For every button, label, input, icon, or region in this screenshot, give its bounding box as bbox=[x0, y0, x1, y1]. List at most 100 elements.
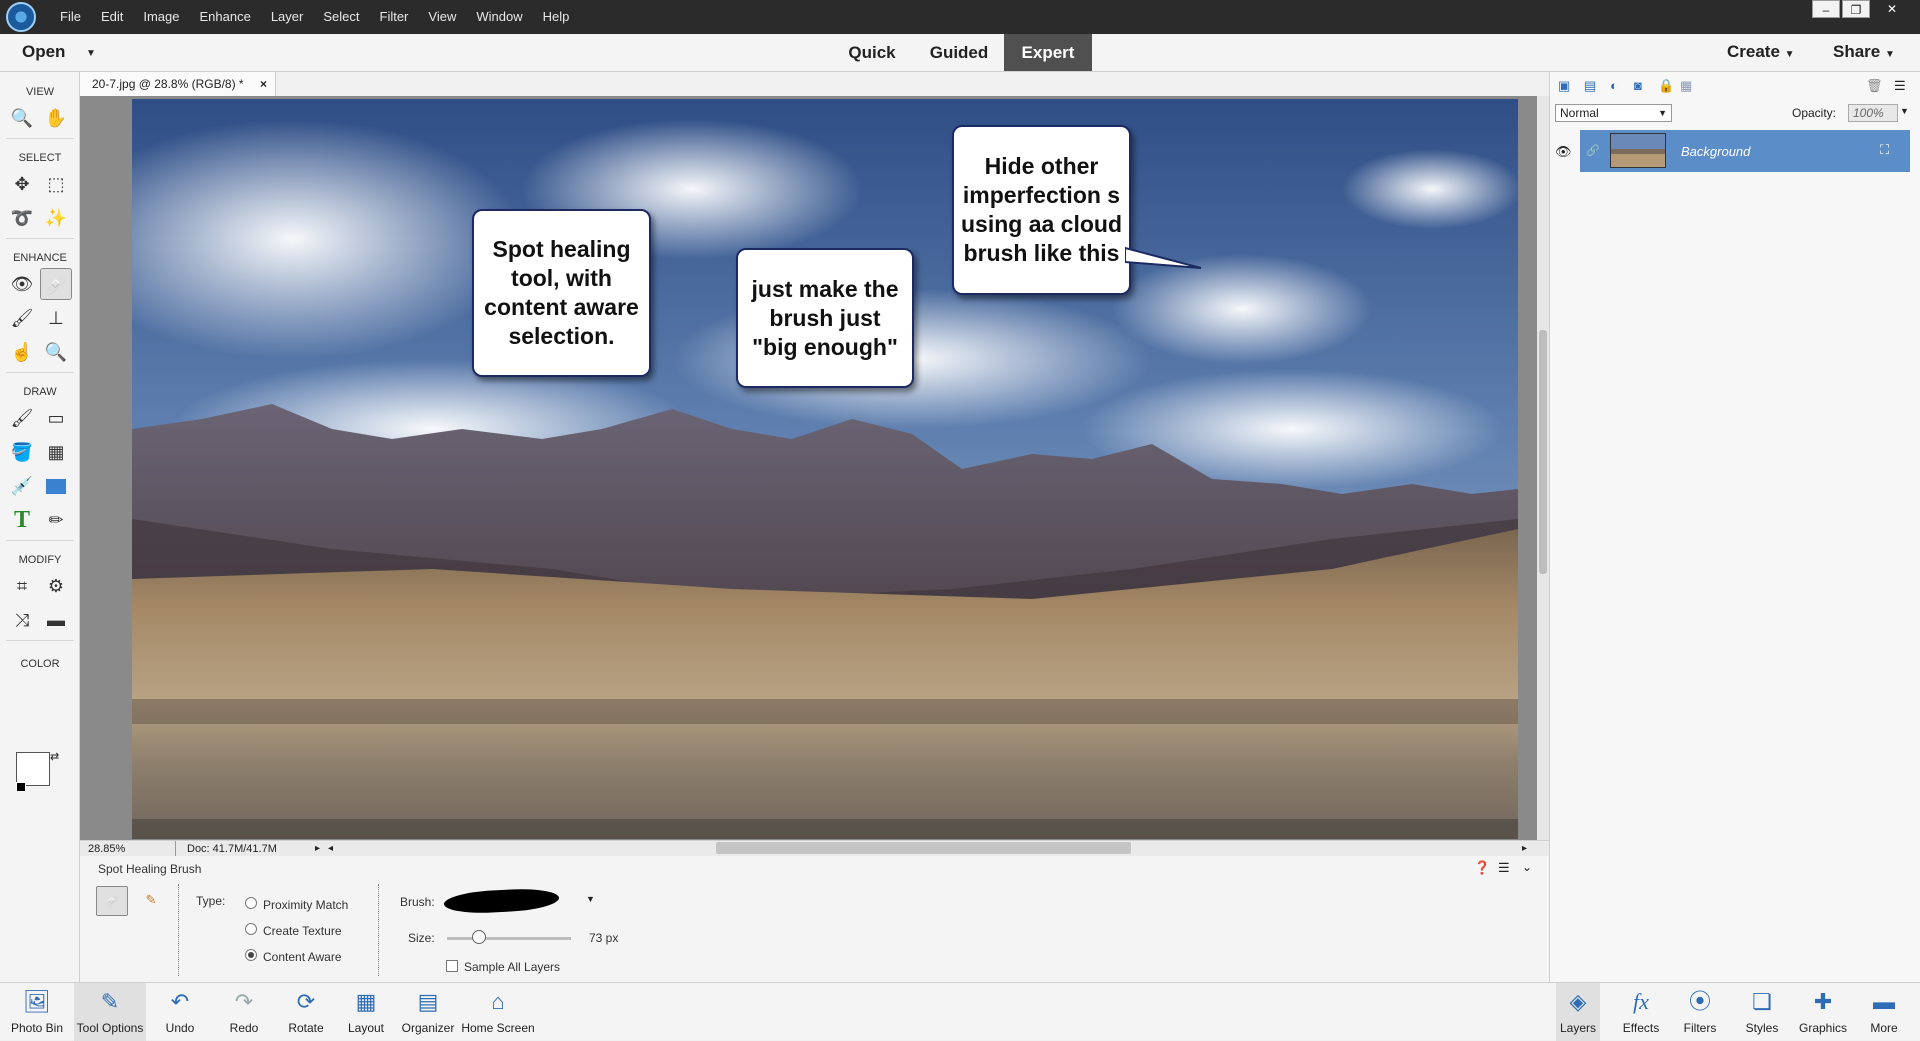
horizontal-scroll-thumb[interactable] bbox=[716, 842, 1131, 854]
zoom-tool-icon[interactable]: 🔍 bbox=[8, 104, 36, 132]
marquee-tool-icon[interactable]: ⬚ bbox=[42, 170, 70, 198]
photo-canvas[interactable] bbox=[132, 99, 1518, 839]
close-document-icon[interactable]: × bbox=[260, 72, 267, 96]
menu-view[interactable]: View bbox=[418, 0, 466, 34]
share-button[interactable]: Share ▼ bbox=[1833, 42, 1895, 62]
styles-button[interactable]: ❏ Styles bbox=[1740, 983, 1784, 1041]
rotate-button[interactable]: ⟳ Rotate bbox=[280, 983, 332, 1041]
move-tool-icon[interactable]: ✥ bbox=[8, 170, 36, 198]
status-menu-icon[interactable]: ▸ bbox=[315, 841, 320, 857]
filters-button[interactable]: ⦿ Filters bbox=[1680, 983, 1720, 1041]
brush-tool-icon[interactable]: 🖌 bbox=[8, 404, 36, 432]
menu-layer[interactable]: Layer bbox=[261, 0, 314, 34]
callout-pointer bbox=[1125, 246, 1202, 269]
swap-colors-icon[interactable]: ⇄ bbox=[50, 750, 59, 763]
organizer-button[interactable]: ▤ Organizer bbox=[400, 983, 456, 1041]
sample-all-layers-checkbox[interactable] bbox=[446, 960, 458, 972]
size-slider-knob[interactable] bbox=[472, 930, 487, 944]
smart-brush-tool-icon[interactable]: 🖌 bbox=[8, 304, 36, 332]
proximity-match-radio[interactable] bbox=[245, 897, 257, 909]
blend-mode-select[interactable]: Normal ▼ bbox=[1555, 104, 1672, 122]
lock-transparency-icon[interactable]: ▦ bbox=[1680, 78, 1692, 94]
menu-window[interactable]: Window bbox=[466, 0, 532, 34]
menu-image[interactable]: Image bbox=[133, 0, 189, 34]
layer-lock-icon[interactable]: ⛶ bbox=[1880, 142, 1889, 158]
tab-expert[interactable]: Expert bbox=[1004, 34, 1092, 71]
tool-options-button[interactable]: ✎ Tool Options bbox=[74, 983, 146, 1041]
open-dropdown-icon[interactable]: ▼ bbox=[86, 48, 96, 59]
paint-bucket-tool-icon[interactable]: 🪣 bbox=[8, 438, 36, 466]
menu-enhance[interactable]: Enhance bbox=[190, 0, 261, 34]
scroll-left-icon[interactable]: ◂ bbox=[328, 841, 333, 857]
gradient-tool-icon[interactable]: ▦ bbox=[42, 438, 70, 466]
layer-mask-icon[interactable]: ◙ bbox=[1634, 78, 1642, 93]
home-screen-button[interactable]: ⌂ Home Screen bbox=[460, 983, 536, 1041]
restore-button[interactable]: ❐ bbox=[1842, 0, 1870, 18]
menu-help[interactable]: Help bbox=[533, 0, 580, 34]
hand-tool-icon[interactable]: ✋ bbox=[42, 104, 70, 132]
graphics-button[interactable]: ✚ Graphics bbox=[1796, 983, 1850, 1041]
type-tool-icon[interactable]: T bbox=[8, 506, 36, 534]
brush-preview[interactable] bbox=[444, 886, 559, 916]
eraser-tool-icon[interactable]: ▭ bbox=[42, 404, 70, 432]
layout-button[interactable]: ▦ Layout bbox=[344, 983, 388, 1041]
pencil-tool-icon[interactable]: ✏ bbox=[42, 506, 70, 534]
lock-icon[interactable]: 🔒 bbox=[1658, 78, 1674, 94]
create-texture-radio[interactable] bbox=[245, 923, 257, 935]
scroll-right-icon[interactable]: ▸ bbox=[1522, 841, 1527, 857]
sponge-tool-icon[interactable]: 🔍 bbox=[42, 338, 70, 366]
new-layer-icon[interactable]: ▣ bbox=[1558, 78, 1570, 94]
shape-tool-icon[interactable] bbox=[42, 472, 70, 500]
lasso-tool-icon[interactable]: ➰ bbox=[8, 204, 36, 232]
tab-quick[interactable]: Quick bbox=[838, 34, 906, 71]
type-label: Type: bbox=[196, 894, 226, 908]
collapse-panel-icon[interactable]: ⌄ bbox=[1522, 860, 1532, 874]
minimize-button[interactable]: – bbox=[1812, 0, 1840, 18]
menu-edit[interactable]: Edit bbox=[91, 0, 133, 34]
layer-visibility-eye-icon[interactable]: 👁 bbox=[1555, 144, 1572, 160]
vertical-scroll-thumb[interactable] bbox=[1539, 330, 1547, 574]
layers-button[interactable]: ◈ Layers bbox=[1556, 983, 1600, 1041]
document-tab[interactable]: 20-7.jpg @ 28.8% (RGB/8) * × bbox=[80, 72, 276, 96]
create-button[interactable]: Create ▼ bbox=[1727, 42, 1795, 62]
redo-button[interactable]: ↷ Redo bbox=[224, 983, 264, 1041]
opacity-field[interactable]: 100% bbox=[1848, 104, 1898, 122]
brush-picker-caret-icon[interactable]: ▼ bbox=[586, 894, 595, 904]
adjustment-layer-icon[interactable]: ◐ bbox=[1610, 78, 1618, 93]
app-logo-icon[interactable] bbox=[6, 2, 36, 32]
opacity-caret-icon[interactable]: ▼ bbox=[1900, 106, 1909, 116]
red-eye-tool-icon[interactable]: 👁 bbox=[8, 270, 36, 298]
default-colors-icon[interactable] bbox=[16, 782, 26, 792]
recompose-tool-icon[interactable]: ⚙ bbox=[42, 572, 70, 600]
filters-icon: ⦿ bbox=[1688, 989, 1711, 1014]
menu-select[interactable]: Select bbox=[313, 0, 369, 34]
tab-guided[interactable]: Guided bbox=[922, 34, 996, 71]
foreground-color-swatch[interactable] bbox=[16, 752, 50, 786]
blur-tool-icon[interactable]: ☝ bbox=[8, 338, 36, 366]
new-group-icon[interactable]: ▤ bbox=[1584, 78, 1596, 94]
close-window-button[interactable]: ✕ bbox=[1878, 0, 1906, 18]
content-aware-move-tool-icon[interactable]: ⤨ bbox=[8, 606, 36, 634]
size-slider-track[interactable] bbox=[447, 937, 571, 940]
straighten-tool-icon[interactable]: ▬ bbox=[42, 606, 70, 634]
effects-button[interactable]: fx Effects bbox=[1616, 983, 1666, 1041]
options-menu-icon[interactable]: ☰ bbox=[1498, 860, 1510, 876]
layer-link-icon[interactable]: 🔗 bbox=[1586, 144, 1600, 157]
undo-button[interactable]: ↶ Undo bbox=[160, 983, 200, 1041]
help-icon[interactable]: ❓ bbox=[1474, 860, 1490, 876]
clone-stamp-tool-icon[interactable]: ⊥ bbox=[42, 304, 70, 332]
eyedropper-tool-icon[interactable]: 💉 bbox=[8, 472, 36, 500]
magic-wand-tool-icon[interactable]: ✨ bbox=[42, 204, 70, 232]
menu-filter[interactable]: Filter bbox=[370, 0, 419, 34]
healing-brush-option-icon[interactable]: ✎ bbox=[136, 886, 166, 916]
open-button[interactable]: Open bbox=[22, 42, 65, 62]
more-button[interactable]: ▬ More bbox=[1864, 983, 1904, 1041]
crop-tool-icon[interactable]: ⌗ bbox=[8, 572, 36, 600]
panel-menu-icon[interactable]: ☰ bbox=[1894, 78, 1906, 94]
delete-layer-icon[interactable]: 🗑 bbox=[1866, 78, 1883, 94]
spot-healing-tool-icon[interactable]: 🩹 bbox=[40, 268, 72, 300]
spot-healing-brush-option-icon[interactable]: 🩹 bbox=[96, 886, 128, 916]
content-aware-radio[interactable] bbox=[245, 949, 257, 961]
photo-bin-button[interactable]: 🖼 Photo Bin bbox=[2, 983, 72, 1041]
menu-file[interactable]: File bbox=[50, 0, 91, 34]
